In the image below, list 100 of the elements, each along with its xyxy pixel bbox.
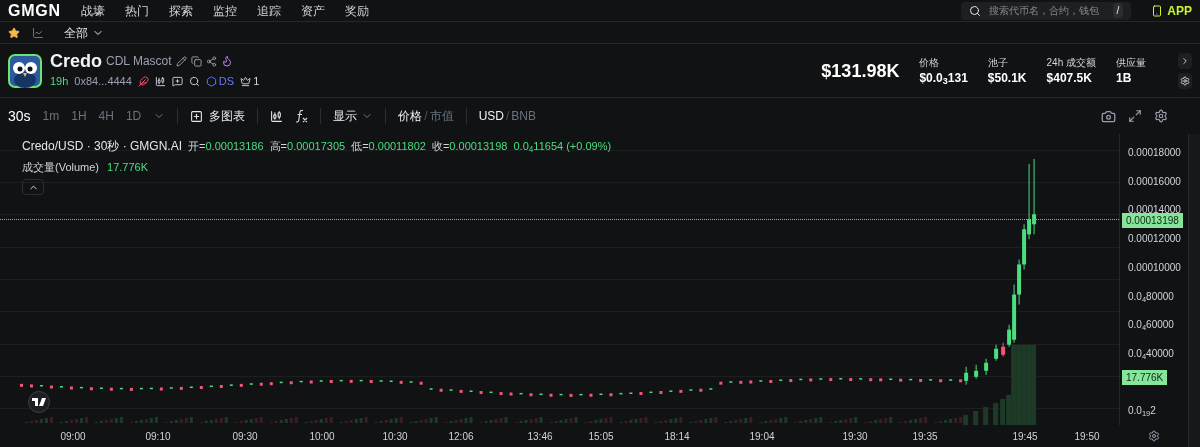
price-axis-label: 0.0$_{4}$40000 bbox=[1128, 347, 1175, 362]
interval-tab[interactable]: 30s bbox=[8, 106, 31, 126]
stat-value: 1B bbox=[1116, 70, 1133, 86]
volume-bar bbox=[973, 410, 979, 425]
currency-toggle[interactable]: BNB bbox=[511, 108, 536, 124]
price-mode-toggle[interactable]: 市值 bbox=[429, 108, 454, 124]
token-name: Credo bbox=[50, 51, 102, 72]
candle bbox=[994, 344, 999, 362]
search-icon[interactable] bbox=[188, 76, 200, 87]
nav-link[interactable]: 监控 bbox=[213, 2, 237, 19]
interval-tab[interactable]: 4H bbox=[98, 108, 114, 124]
time-axis-label: 19:45 bbox=[1012, 430, 1038, 444]
price-axis-label: 0.00010000 bbox=[1128, 260, 1182, 275]
phone-icon bbox=[1151, 4, 1164, 17]
collapse-button[interactable] bbox=[22, 179, 44, 195]
expand-button[interactable] bbox=[1178, 52, 1192, 69]
ohlc-value: 开=0.00013186 bbox=[188, 139, 264, 154]
candle-icon[interactable] bbox=[270, 109, 284, 123]
price-change: 0.0$_{4}$11654 (+0.09%) bbox=[513, 139, 612, 155]
price-axis-label: 0.00012000 bbox=[1128, 232, 1182, 247]
price-mode-toggle[interactable]: 价格 bbox=[398, 108, 423, 124]
volume-bar bbox=[983, 406, 989, 425]
hexagon-icon bbox=[205, 76, 217, 87]
price-axis-label: 0.00016000 bbox=[1128, 174, 1182, 189]
ds-link[interactable]: DS bbox=[205, 73, 235, 90]
time-axis-label: 19:50 bbox=[1074, 430, 1100, 444]
stat-label: 供应量 bbox=[1116, 56, 1146, 70]
interval-tab[interactable]: 1m bbox=[42, 108, 60, 124]
nav-link[interactable]: 追踪 bbox=[257, 2, 281, 19]
stat-label: 池子 bbox=[987, 56, 1009, 70]
edit-icon[interactable] bbox=[175, 55, 187, 67]
token-address[interactable]: 0x84...4444 bbox=[74, 73, 132, 90]
crown-icon bbox=[240, 76, 252, 87]
time-axis-label: 19:04 bbox=[749, 430, 775, 444]
category-dropdown[interactable]: 全部 bbox=[64, 24, 104, 41]
slash-separator: / bbox=[505, 108, 510, 124]
feather-icon[interactable] bbox=[137, 76, 149, 87]
chevron-right-icon bbox=[1180, 55, 1190, 66]
nav-link[interactable]: 探索 bbox=[169, 2, 193, 19]
logo[interactable]: GMGN bbox=[8, 0, 61, 23]
nav-link[interactable]: 战壕 bbox=[81, 2, 105, 19]
time-axis-label: 19:35 bbox=[912, 430, 938, 444]
time-axis-label: 15:05 bbox=[588, 430, 614, 444]
shortcut-key: / bbox=[1112, 3, 1124, 18]
token-age: 19h bbox=[50, 74, 69, 90]
market-cap: $131.98K bbox=[821, 59, 900, 83]
stat-value: $50.1K bbox=[987, 70, 1027, 86]
ohlc-value: 低=0.00011802 bbox=[351, 139, 426, 154]
nav-link[interactable]: 资产 bbox=[301, 2, 325, 19]
interval-tab[interactable]: 1D bbox=[125, 108, 142, 124]
stat-label: 24h 成交额 bbox=[1046, 56, 1096, 70]
slash-separator: / bbox=[424, 108, 428, 124]
time-axis-label: 19:30 bbox=[842, 430, 868, 444]
share-icon[interactable] bbox=[205, 55, 217, 67]
volume-value: 17.776K bbox=[107, 159, 148, 175]
search-icon bbox=[969, 4, 982, 17]
message-icon[interactable] bbox=[171, 76, 183, 87]
ohlc-value: 收=0.00013198 bbox=[431, 139, 508, 154]
interval-tab[interactable]: 1H bbox=[71, 108, 87, 124]
time-axis-label: 09:10 bbox=[145, 430, 171, 444]
star-icon[interactable] bbox=[8, 26, 20, 39]
settings-icon bbox=[1180, 75, 1190, 86]
multi-chart-button[interactable]: 多图表 bbox=[190, 108, 246, 124]
ohlc-value: 高=0.00017305 bbox=[269, 139, 346, 154]
fullscreen-icon[interactable] bbox=[1128, 109, 1142, 123]
stat-label: 价格 bbox=[919, 56, 941, 70]
time-axis-label: 10:00 bbox=[309, 430, 335, 444]
search-field[interactable]: 搜索代币名，合约，钱包 / bbox=[961, 1, 1132, 20]
camera-icon[interactable] bbox=[1101, 108, 1116, 124]
function-icon[interactable] bbox=[295, 109, 309, 123]
price-axis-label: 0.0$_{4}$80000 bbox=[1128, 289, 1175, 304]
volume-label: 成交量(Volume) bbox=[22, 159, 100, 175]
settings-button[interactable] bbox=[1178, 72, 1192, 89]
price-axis-label: 0.0$_{4}$60000 bbox=[1128, 318, 1175, 333]
time-axis-label: 18:14 bbox=[664, 430, 690, 444]
nav-link[interactable]: 奖励 bbox=[345, 2, 369, 19]
settings-icon[interactable] bbox=[1148, 430, 1160, 442]
chart-icon[interactable] bbox=[32, 26, 44, 39]
chart-title: Credo/USD · 30秒 · GMGN.AI bbox=[22, 138, 183, 155]
volume-badge: 17.776K bbox=[1122, 370, 1168, 385]
time-axis-label: 12:06 bbox=[448, 430, 474, 444]
candle bbox=[974, 364, 979, 380]
candle bbox=[964, 366, 969, 386]
app-button[interactable]: APP bbox=[1151, 2, 1192, 19]
time-axis-label: 09:00 bbox=[60, 430, 86, 444]
nav-link[interactable]: 热门 bbox=[125, 2, 149, 19]
time-axis-label: 13:46 bbox=[527, 430, 553, 444]
token-avatar bbox=[8, 53, 42, 88]
settings-icon[interactable] bbox=[1154, 109, 1168, 123]
price-axis-label: 0.0$_{19}$2 bbox=[1128, 404, 1157, 418]
price-axis-label: 0.00014000 bbox=[1128, 203, 1182, 216]
crown-count: 1 bbox=[253, 74, 260, 90]
display-dropdown[interactable]: 显示 bbox=[333, 108, 374, 124]
time-axis-label: 10:30 bbox=[382, 430, 408, 444]
currency-toggle[interactable]: USD bbox=[478, 108, 504, 124]
stat-value: $0.0$_{3}$131 bbox=[919, 70, 968, 86]
price-axis-label: 0.00018000 bbox=[1128, 145, 1182, 160]
time-axis-label: 09:30 bbox=[232, 430, 258, 444]
tradingview-logo[interactable] bbox=[28, 391, 50, 413]
copy-icon[interactable] bbox=[190, 55, 202, 67]
